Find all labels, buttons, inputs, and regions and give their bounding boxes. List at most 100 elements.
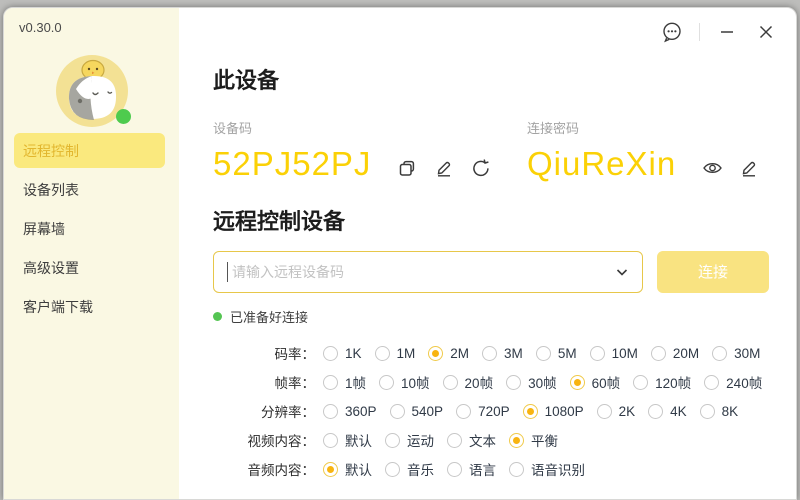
edit-icon[interactable] [434, 158, 454, 178]
radio-option[interactable]: 2K [597, 404, 636, 419]
eye-icon[interactable] [702, 158, 722, 178]
titlebar-divider [699, 23, 700, 41]
refresh-icon[interactable] [471, 158, 491, 178]
radio-option-label: 音乐 [407, 459, 434, 479]
connect-button[interactable]: 连接 [657, 251, 769, 293]
radio-option[interactable]: 默认 [323, 459, 372, 479]
option-row: 码率：1K1M2M3M5M10M20M30M [213, 339, 797, 368]
copy-icon[interactable] [397, 158, 417, 178]
ready-status-dot [213, 312, 222, 321]
radio-option[interactable]: 20M [651, 346, 699, 361]
radio-circle-icon [712, 346, 727, 361]
device-code-label: 设备码 [213, 118, 527, 137]
sidebar-item[interactable]: 设备列表 [14, 172, 165, 207]
radio-option[interactable]: 360P [323, 404, 377, 419]
radio-option-label: 540P [412, 404, 444, 419]
radio-option-label: 3M [504, 346, 523, 361]
radio-option-label: 默认 [345, 430, 372, 450]
radio-circle-icon [379, 375, 394, 390]
radio-circle-icon [323, 375, 338, 390]
radio-circle-icon [323, 433, 338, 448]
main-panel: 此设备 设备码 52PJ52PJ [179, 8, 797, 499]
sidebar-item[interactable]: 客户端下载 [14, 289, 165, 324]
radio-option[interactable]: 10帧 [379, 372, 430, 392]
radio-option[interactable]: 120帧 [633, 372, 691, 392]
radio-option[interactable]: 平衡 [509, 430, 558, 450]
chevron-down-icon[interactable] [615, 265, 629, 279]
sidebar-item-label: 客户端下载 [23, 297, 93, 317]
radio-option[interactable]: 1K [323, 346, 362, 361]
radio-circle-icon [482, 346, 497, 361]
radio-circle-icon [385, 433, 400, 448]
sidebar-item-label: 设备列表 [23, 180, 79, 200]
radio-circle-icon [456, 404, 471, 419]
radio-circle-icon [509, 462, 524, 477]
radio-option[interactable]: 文本 [447, 430, 496, 450]
radio-circle-icon [506, 375, 521, 390]
online-status-dot [116, 109, 131, 124]
radio-option[interactable]: 1080P [523, 404, 584, 419]
option-row: 帧率：1帧10帧20帧30帧60帧120帧240帧 [213, 368, 797, 397]
radio-circle-icon [700, 404, 715, 419]
radio-option[interactable]: 5M [536, 346, 577, 361]
device-code-block: 设备码 52PJ52PJ [213, 118, 527, 183]
radio-circle-icon [523, 404, 538, 419]
status-row: 已准备好连接 [213, 307, 797, 326]
radio-option-label: 30帧 [528, 372, 557, 392]
sidebar-nav: 远程控制设备列表屏幕墙高级设置客户端下载 [4, 133, 179, 324]
radio-option-label: 10帧 [401, 372, 430, 392]
radio-option-label: 运动 [407, 430, 434, 450]
remote-code-input-box[interactable] [213, 251, 643, 293]
connect-row: 连接 [213, 251, 797, 293]
radio-option-label: 语言 [469, 459, 496, 479]
radio-option[interactable]: 30帧 [506, 372, 557, 392]
sidebar-item[interactable]: 高级设置 [14, 250, 165, 285]
radio-option-label: 文本 [469, 430, 496, 450]
radio-option-label: 4K [670, 404, 687, 419]
remote-code-input[interactable] [230, 263, 615, 281]
sidebar-item[interactable]: 远程控制 [14, 133, 165, 168]
radio-option[interactable]: 语音识别 [509, 459, 585, 479]
edit-icon[interactable] [739, 158, 759, 178]
radio-option-label: 默认 [345, 459, 372, 479]
ready-status-text: 已准备好连接 [230, 307, 308, 326]
radio-circle-icon [447, 433, 462, 448]
minimize-icon[interactable] [715, 20, 739, 44]
avatar[interactable] [56, 55, 128, 127]
radio-option[interactable]: 8K [700, 404, 739, 419]
radio-option[interactable]: 1帧 [323, 372, 366, 392]
sidebar-item[interactable]: 屏幕墙 [14, 211, 165, 246]
close-icon[interactable] [754, 20, 778, 44]
app-window: v0.30.0 远程控制设备列表屏幕墙高级设置客户端下载 此设备 [3, 7, 797, 500]
radio-option[interactable]: 音乐 [385, 459, 434, 479]
radio-option[interactable]: 2M [428, 346, 469, 361]
radio-circle-icon [323, 404, 338, 419]
radio-option[interactable]: 720P [456, 404, 510, 419]
radio-option[interactable]: 1M [375, 346, 416, 361]
codes-row: 设备码 52PJ52PJ [213, 118, 797, 183]
password-label: 连接密码 [527, 118, 797, 137]
radio-option[interactable]: 240帧 [704, 372, 762, 392]
radio-option[interactable]: 10M [590, 346, 638, 361]
this-device-title: 此设备 [213, 68, 797, 94]
feedback-bubble-icon[interactable] [660, 20, 684, 44]
radio-option[interactable]: 30M [712, 346, 760, 361]
radio-option[interactable]: 60帧 [570, 372, 621, 392]
option-row: 分辨率：360P540P720P1080P2K4K8K [213, 397, 797, 426]
radio-option[interactable]: 4K [648, 404, 687, 419]
device-code-value: 52PJ52PJ [213, 145, 371, 183]
sidebar: v0.30.0 远程控制设备列表屏幕墙高级设置客户端下载 [4, 8, 179, 499]
radio-option-label: 8K [722, 404, 739, 419]
radio-circle-icon [648, 404, 663, 419]
sidebar-item-label: 远程控制 [23, 141, 79, 161]
radio-circle-icon [443, 375, 458, 390]
radio-option-label: 1M [397, 346, 416, 361]
radio-option[interactable]: 运动 [385, 430, 434, 450]
radio-option[interactable]: 20帧 [443, 372, 494, 392]
radio-option-label: 2K [619, 404, 636, 419]
radio-option[interactable]: 540P [390, 404, 444, 419]
radio-option[interactable]: 默认 [323, 430, 372, 450]
app-version: v0.30.0 [4, 8, 179, 35]
radio-option[interactable]: 3M [482, 346, 523, 361]
radio-option[interactable]: 语言 [447, 459, 496, 479]
